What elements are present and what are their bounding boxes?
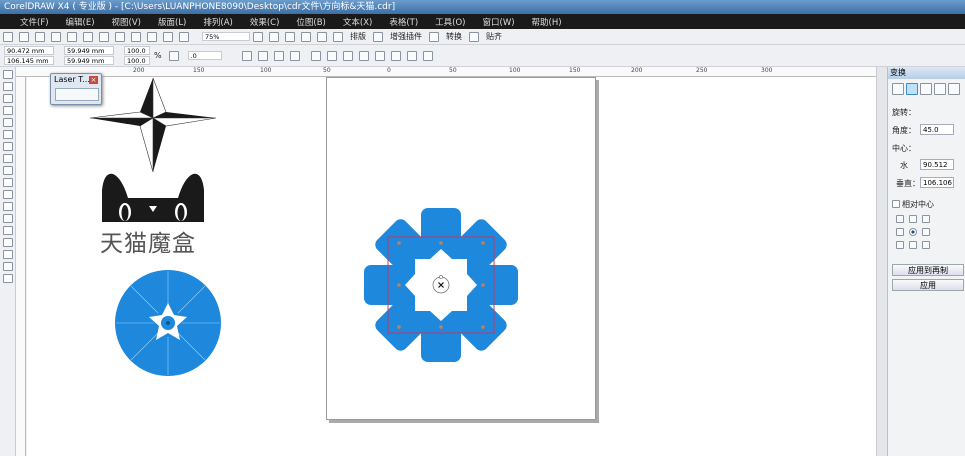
anchor-checkbox[interactable] xyxy=(922,228,930,236)
skew-tab-icon[interactable] xyxy=(948,83,960,95)
scale-tab-icon[interactable] xyxy=(920,83,932,95)
center-v-input[interactable] xyxy=(920,177,954,188)
close-icon[interactable]: × xyxy=(89,76,98,84)
apply-button[interactable]: 应用 xyxy=(892,279,964,291)
relative-center-checkbox[interactable] xyxy=(892,200,900,208)
selected-gear-shape[interactable] xyxy=(364,208,518,362)
angle-label: 角度： xyxy=(892,126,916,135)
anchor-checkbox[interactable] xyxy=(909,215,917,223)
anchor-checkbox-selected[interactable] xyxy=(909,228,917,236)
tmall-logo-text: 天猫魔盒 xyxy=(100,231,196,257)
rotate-tab-icon[interactable] xyxy=(906,83,918,95)
rotate-label: 旋转： xyxy=(892,108,916,117)
compass-star[interactable] xyxy=(89,77,217,173)
position-tab-icon[interactable] xyxy=(892,83,904,95)
anchor-checkbox[interactable] xyxy=(896,215,904,223)
laser-tools-buttons[interactable] xyxy=(55,88,99,101)
blue-flower[interactable] xyxy=(115,270,221,376)
horizontal-label: 水 xyxy=(900,161,908,170)
tmall-cat-logo[interactable] xyxy=(102,173,204,222)
anchor-checkbox[interactable] xyxy=(896,241,904,249)
anchor-checkbox[interactable] xyxy=(922,215,930,223)
anchor-checkbox[interactable] xyxy=(896,228,904,236)
center-h-input[interactable] xyxy=(920,159,954,170)
relative-center-label: 相对中心 xyxy=(902,200,934,209)
anchor-checkbox[interactable] xyxy=(909,241,917,249)
anchor-grid xyxy=(896,215,930,249)
laser-tools-window[interactable]: Laser T... × xyxy=(50,73,102,105)
center-label: 中心： xyxy=(892,144,916,153)
vertical-label: 垂直： xyxy=(896,179,920,188)
transform-docker: 变换 旋转： 角度： 中心： 水 垂直： 相对中心 应用到再制 应用 xyxy=(887,67,965,456)
vertical-scrollbar[interactable] xyxy=(876,67,887,456)
apply-to-duplicate-button[interactable]: 应用到再制 xyxy=(892,264,964,276)
size-tab-icon[interactable] xyxy=(934,83,946,95)
transform-mode-tabs xyxy=(892,83,960,95)
anchor-checkbox[interactable] xyxy=(922,241,930,249)
docker-title: 变换 xyxy=(888,67,965,79)
angle-input[interactable] xyxy=(920,124,954,135)
